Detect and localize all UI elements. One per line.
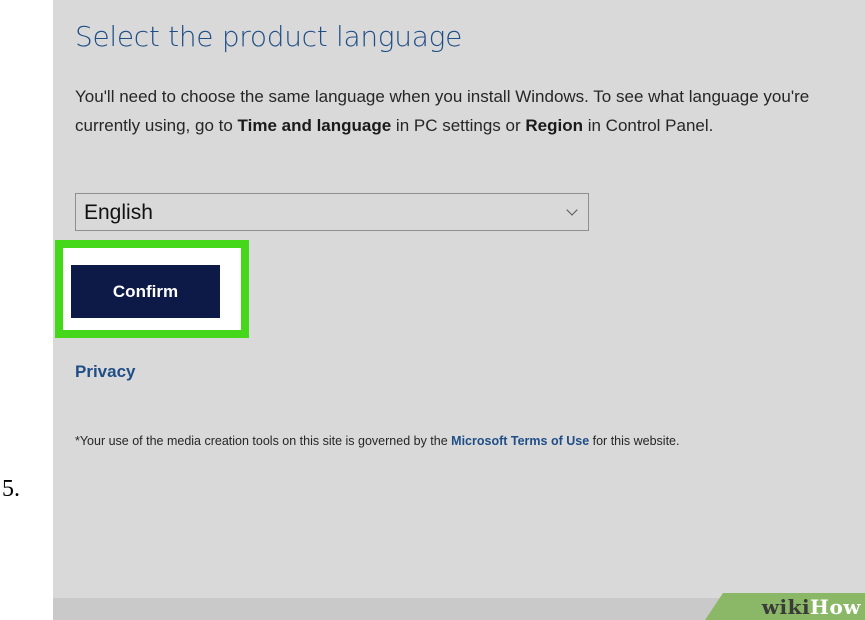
selected-language: English (84, 201, 153, 224)
description-text: in Control Panel. (582, 116, 714, 135)
logo-wiki: wiki (761, 595, 811, 619)
language-description: You'll need to choose the same language … (75, 82, 865, 140)
content-panel: Select the product language You'll need … (53, 0, 865, 620)
terms-text: *Your use of the media creation tools on… (75, 434, 452, 448)
terms-text: for this website. (589, 434, 680, 448)
time-and-language-text: Time and language (237, 116, 392, 135)
region-text: Region (525, 116, 583, 135)
terms-notice: *Your use of the media creation tools on… (75, 427, 855, 455)
chevron-down-icon (566, 204, 578, 216)
step-number: 5. (2, 476, 20, 502)
privacy-link[interactable]: Privacy (75, 362, 136, 382)
page-title: Select the product language (75, 20, 463, 53)
description-text: in PC settings or (391, 116, 526, 135)
language-select[interactable]: English (75, 193, 589, 231)
wikihow-logo: wikiHow (762, 595, 861, 619)
microsoft-terms-link[interactable]: Microsoft Terms of Use (451, 434, 589, 448)
logo-how: How (810, 595, 861, 619)
confirm-button[interactable]: Confirm (71, 265, 220, 318)
